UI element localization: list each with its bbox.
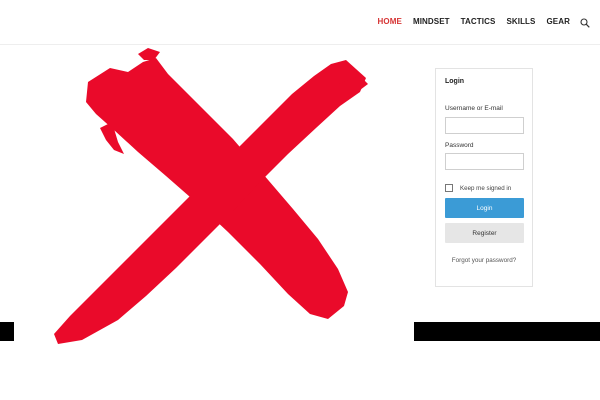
nav-item-skills[interactable]: SKILLS — [506, 17, 535, 26]
login-title: Login — [445, 78, 465, 85]
username-input[interactable] — [445, 117, 524, 134]
nav-item-tactics[interactable]: TACTICS — [461, 17, 496, 26]
forgot-password-link[interactable]: Forgot your password? — [436, 257, 532, 264]
login-widget: Login Username or E-mail Password Keep m… — [435, 68, 533, 287]
nav-item-gear[interactable]: GEAR — [546, 17, 570, 26]
password-input[interactable] — [445, 153, 524, 170]
top-navigation: HOME MINDSET TACTICS SKILLS GEAR — [0, 0, 600, 45]
black-strip-left — [0, 322, 14, 341]
nav-item-home[interactable]: HOME — [378, 17, 402, 26]
password-label: Password — [445, 142, 474, 149]
black-strip-right — [414, 322, 600, 341]
main-menu: HOME MINDSET TACTICS SKILLS GEAR — [367, 17, 570, 26]
red-x-mark-icon — [54, 48, 368, 344]
nav-item-mindset[interactable]: MINDSET — [413, 17, 450, 26]
register-button[interactable]: Register — [445, 223, 524, 243]
keep-signed-in-checkbox[interactable] — [445, 184, 453, 192]
keep-signed-in-label: Keep me signed in — [460, 185, 512, 192]
search-icon[interactable] — [580, 18, 590, 28]
username-label: Username or E-mail — [445, 105, 503, 112]
login-button[interactable]: Login — [445, 198, 524, 218]
